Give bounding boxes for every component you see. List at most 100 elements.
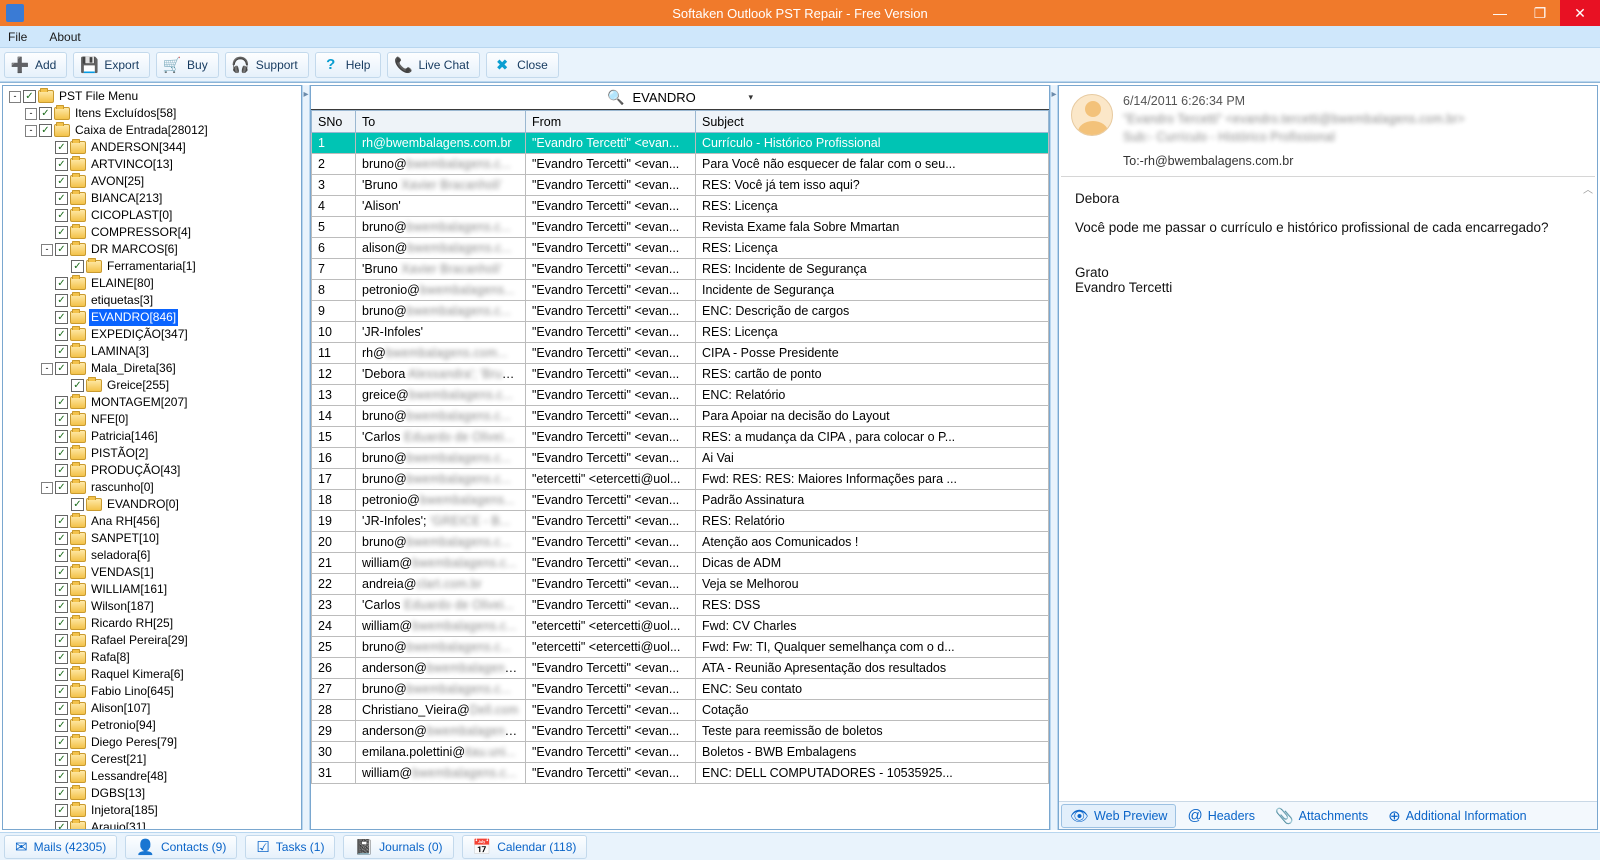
table-row[interactable]: 13greice@bwembalagens.c..."Evandro Terce…	[312, 385, 1049, 406]
tree-label[interactable]: Ana RH[456]	[89, 513, 162, 530]
checkbox[interactable]	[55, 345, 68, 358]
splitter-left[interactable]: ▸	[302, 85, 310, 830]
table-row[interactable]: 20bruno@bwembalagens.c..."Evandro Tercet…	[312, 532, 1049, 553]
tree-node[interactable]: ANDERSON[344]	[5, 139, 301, 156]
checkbox[interactable]	[55, 226, 68, 239]
tree-node[interactable]: CICOPLAST[0]	[5, 207, 301, 224]
maximize-button[interactable]: ❐	[1520, 0, 1560, 26]
checkbox[interactable]	[55, 549, 68, 562]
checkbox[interactable]	[39, 124, 52, 137]
table-row[interactable]: 26anderson@bwembalagens..."Evandro Terce…	[312, 658, 1049, 679]
checkbox[interactable]	[55, 685, 68, 698]
splitter-right[interactable]: ▸	[1050, 85, 1058, 830]
tree-label[interactable]: Patricia[146]	[89, 428, 160, 445]
tree-label[interactable]: VENDAS[1]	[89, 564, 156, 581]
table-row[interactable]: 21william@bwembalagens.c..."Evandro Terc…	[312, 553, 1049, 574]
checkbox[interactable]	[55, 583, 68, 596]
checkbox[interactable]	[39, 107, 52, 120]
tab-mails[interactable]: ✉Mails (42305)	[4, 835, 117, 859]
tree-node[interactable]: NFE[0]	[5, 411, 301, 428]
checkbox[interactable]	[55, 566, 68, 579]
tree-label[interactable]: Injetora[185]	[89, 802, 160, 819]
table-row[interactable]: 12'Debora Alessandra'; 'Brun..."Evandro …	[312, 364, 1049, 385]
tree-node[interactable]: ARTVINCO[13]	[5, 156, 301, 173]
tree-label[interactable]: EVANDRO[0]	[105, 496, 181, 513]
help-button[interactable]: ?Help	[315, 52, 382, 78]
tree-label[interactable]: NFE[0]	[89, 411, 130, 428]
tree-label[interactable]: PST File Menu	[57, 88, 140, 105]
menu-file[interactable]: File	[8, 30, 27, 44]
table-row[interactable]: 11rh@bwembalagens.com..."Evandro Tercett…	[312, 343, 1049, 364]
tab-web-preview[interactable]: 👁Web Preview	[1061, 804, 1176, 828]
checkbox[interactable]	[55, 770, 68, 783]
table-row[interactable]: 31william@bwembalagens.c..."Evandro Terc…	[312, 763, 1049, 784]
tree-node[interactable]: Greice[255]	[5, 377, 301, 394]
tree-node[interactable]: Injetora[185]	[5, 802, 301, 819]
checkbox[interactable]	[55, 753, 68, 766]
tree-node[interactable]: Diego Peres[79]	[5, 734, 301, 751]
tree-node[interactable]: WILLIAM[161]	[5, 581, 301, 598]
tree-label[interactable]: MONTAGEM[207]	[89, 394, 189, 411]
col-sno[interactable]: SNo	[312, 111, 356, 133]
checkbox[interactable]	[55, 141, 68, 154]
tree-label[interactable]: Rafael Pereira[29]	[89, 632, 190, 649]
tree-label[interactable]: Lessandre[48]	[89, 768, 169, 785]
table-row[interactable]: 14bruno@bwembalagens.c..."Evandro Tercet…	[312, 406, 1049, 427]
tab-attachments[interactable]: 📎Attachments	[1266, 804, 1377, 828]
tree-label[interactable]: WILLIAM[161]	[89, 581, 169, 598]
tree-label[interactable]: COMPRESSOR[4]	[89, 224, 193, 241]
checkbox[interactable]	[55, 328, 68, 341]
checkbox[interactable]	[55, 362, 68, 375]
tree-node[interactable]: -Itens Excluídos[58]	[5, 105, 301, 122]
checkbox[interactable]	[55, 736, 68, 749]
tree-node[interactable]: Ricardo RH[25]	[5, 615, 301, 632]
tree-node[interactable]: EXPEDIÇÃO[347]	[5, 326, 301, 343]
collapse-icon[interactable]: -	[25, 108, 37, 120]
checkbox[interactable]	[55, 600, 68, 613]
table-row[interactable]: 16bruno@bwembalagens.c..."Evandro Tercet…	[312, 448, 1049, 469]
checkbox[interactable]	[55, 294, 68, 307]
tree-node[interactable]: -DR MARCOS[6]	[5, 241, 301, 258]
checkbox[interactable]	[55, 787, 68, 800]
tree-node[interactable]: PRODUÇÃO[43]	[5, 462, 301, 479]
checkbox[interactable]	[71, 379, 84, 392]
checkbox[interactable]	[55, 243, 68, 256]
tree-node[interactable]: EVANDRO[846]	[5, 309, 301, 326]
tree-node[interactable]: - PST File Menu	[5, 88, 301, 105]
checkbox[interactable]	[71, 498, 84, 511]
collapse-icon[interactable]: -	[9, 91, 21, 103]
collapse-icon[interactable]: -	[25, 125, 37, 137]
tree-label[interactable]: SANPET[10]	[89, 530, 161, 547]
tree-label[interactable]: ANDERSON[344]	[89, 139, 188, 156]
tree-label[interactable]: Araujo[31]	[89, 819, 148, 830]
table-row[interactable]: 28Christiano_Vieira@Dell.com"Evandro Ter…	[312, 700, 1049, 721]
table-row[interactable]: 22andreia@clart.com.br"Evandro Tercetti"…	[312, 574, 1049, 595]
close-button[interactable]: ✖Close	[486, 52, 559, 78]
table-row[interactable]: 6alison@bwembalagens.c..."Evandro Tercet…	[312, 238, 1049, 259]
checkbox[interactable]	[55, 430, 68, 443]
scroll-up-icon[interactable]: ︿	[1583, 181, 1593, 196]
tree-label[interactable]: Petronio[94]	[89, 717, 158, 734]
checkbox[interactable]	[55, 209, 68, 222]
checkbox[interactable]	[55, 617, 68, 630]
tree-label[interactable]: BIANCA[213]	[89, 190, 164, 207]
checkbox[interactable]	[55, 447, 68, 460]
table-row[interactable]: 17bruno@bwembalagens.c..."etercetti" <et…	[312, 469, 1049, 490]
tree-label[interactable]: Greice[255]	[105, 377, 171, 394]
checkbox[interactable]	[55, 481, 68, 494]
tree-node[interactable]: SANPET[10]	[5, 530, 301, 547]
tree-label[interactable]: AVON[25]	[89, 173, 146, 190]
table-row[interactable]: 10'JR-Infoles' "Evandro Tercetti" <evan.…	[312, 322, 1049, 343]
tree-node[interactable]: MONTAGEM[207]	[5, 394, 301, 411]
tree-label[interactable]: etiquetas[3]	[89, 292, 155, 309]
search-bar[interactable]: 🔍 EVANDRO ▾	[311, 86, 1049, 110]
checkbox[interactable]	[55, 532, 68, 545]
checkbox[interactable]	[55, 668, 68, 681]
tree-node[interactable]: Ferramentaria[1]	[5, 258, 301, 275]
tree-node[interactable]: -rascunho[0]	[5, 479, 301, 496]
checkbox[interactable]	[55, 192, 68, 205]
tree-label[interactable]: Ferramentaria[1]	[105, 258, 198, 275]
tree-node[interactable]: Patricia[146]	[5, 428, 301, 445]
tree-node[interactable]: Wilson[187]	[5, 598, 301, 615]
tree-label[interactable]: PISTÃO[2]	[89, 445, 150, 462]
